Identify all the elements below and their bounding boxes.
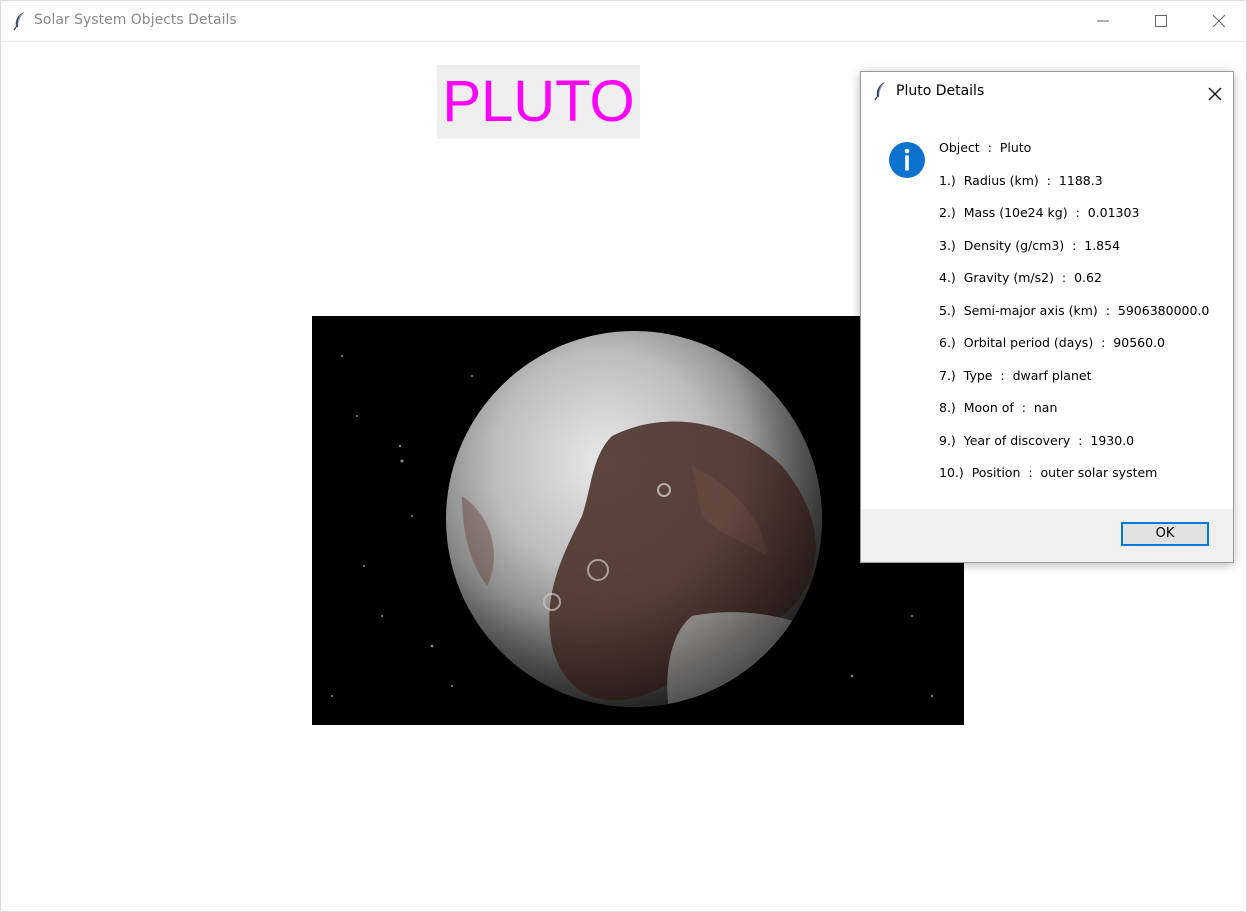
detail-object: Object : Pluto [939,140,1032,155]
detail-radius: 1.) Radius (km) : 1188.3 [939,172,1103,188]
details-dialog: Pluto Details Object : Pluto 1.) Radius … [860,71,1234,563]
minimize-icon [1097,20,1109,22]
dialog-title: Pluto Details [896,83,985,99]
maximize-icon [1155,15,1167,27]
object-heading: PLUTO [437,65,640,139]
dialog-title-bar[interactable]: Pluto Details [861,72,1233,112]
close-button[interactable] [1190,1,1247,41]
feather-icon [874,81,888,101]
detail-mass: 2.) Mass (10e24 kg) : 0.01303 [939,205,1140,220]
detail-type: 7.) Type : dwarf planet [939,367,1092,383]
detail-semi-major-axis: 5.) Semi-major axis (km) : 5906380000.0 [939,302,1210,318]
detail-density: 3.) Density (g/cm3) : 1.854 [939,237,1121,253]
ok-button[interactable]: OK [1121,522,1209,546]
dialog-close-button[interactable] [1201,80,1227,106]
detail-gravity: 4.) Gravity (m/s2) : 0.62 [939,270,1102,285]
minimize-button[interactable] [1074,1,1132,41]
feather-icon [13,11,27,31]
close-icon [1208,87,1222,101]
detail-orbital-period: 6.) Orbital period (days) : 90560.0 [939,335,1165,350]
maximize-button[interactable] [1132,1,1190,41]
title-bar[interactable]: Solar System Objects Details [1,1,1246,42]
detail-moon-of: 8.) Moon of : nan [939,400,1058,415]
dialog-footer: OK [861,509,1233,562]
detail-position: 10.) Position : outer solar system [939,465,1158,480]
window-title: Solar System Objects Details [34,12,237,28]
info-icon [888,141,926,179]
detail-year-of-discovery: 9.) Year of discovery : 1930.0 [939,432,1135,448]
close-icon [1212,14,1226,28]
details-list: Object : Pluto 1.) Radius (km) : 1188.3 … [939,138,1209,496]
